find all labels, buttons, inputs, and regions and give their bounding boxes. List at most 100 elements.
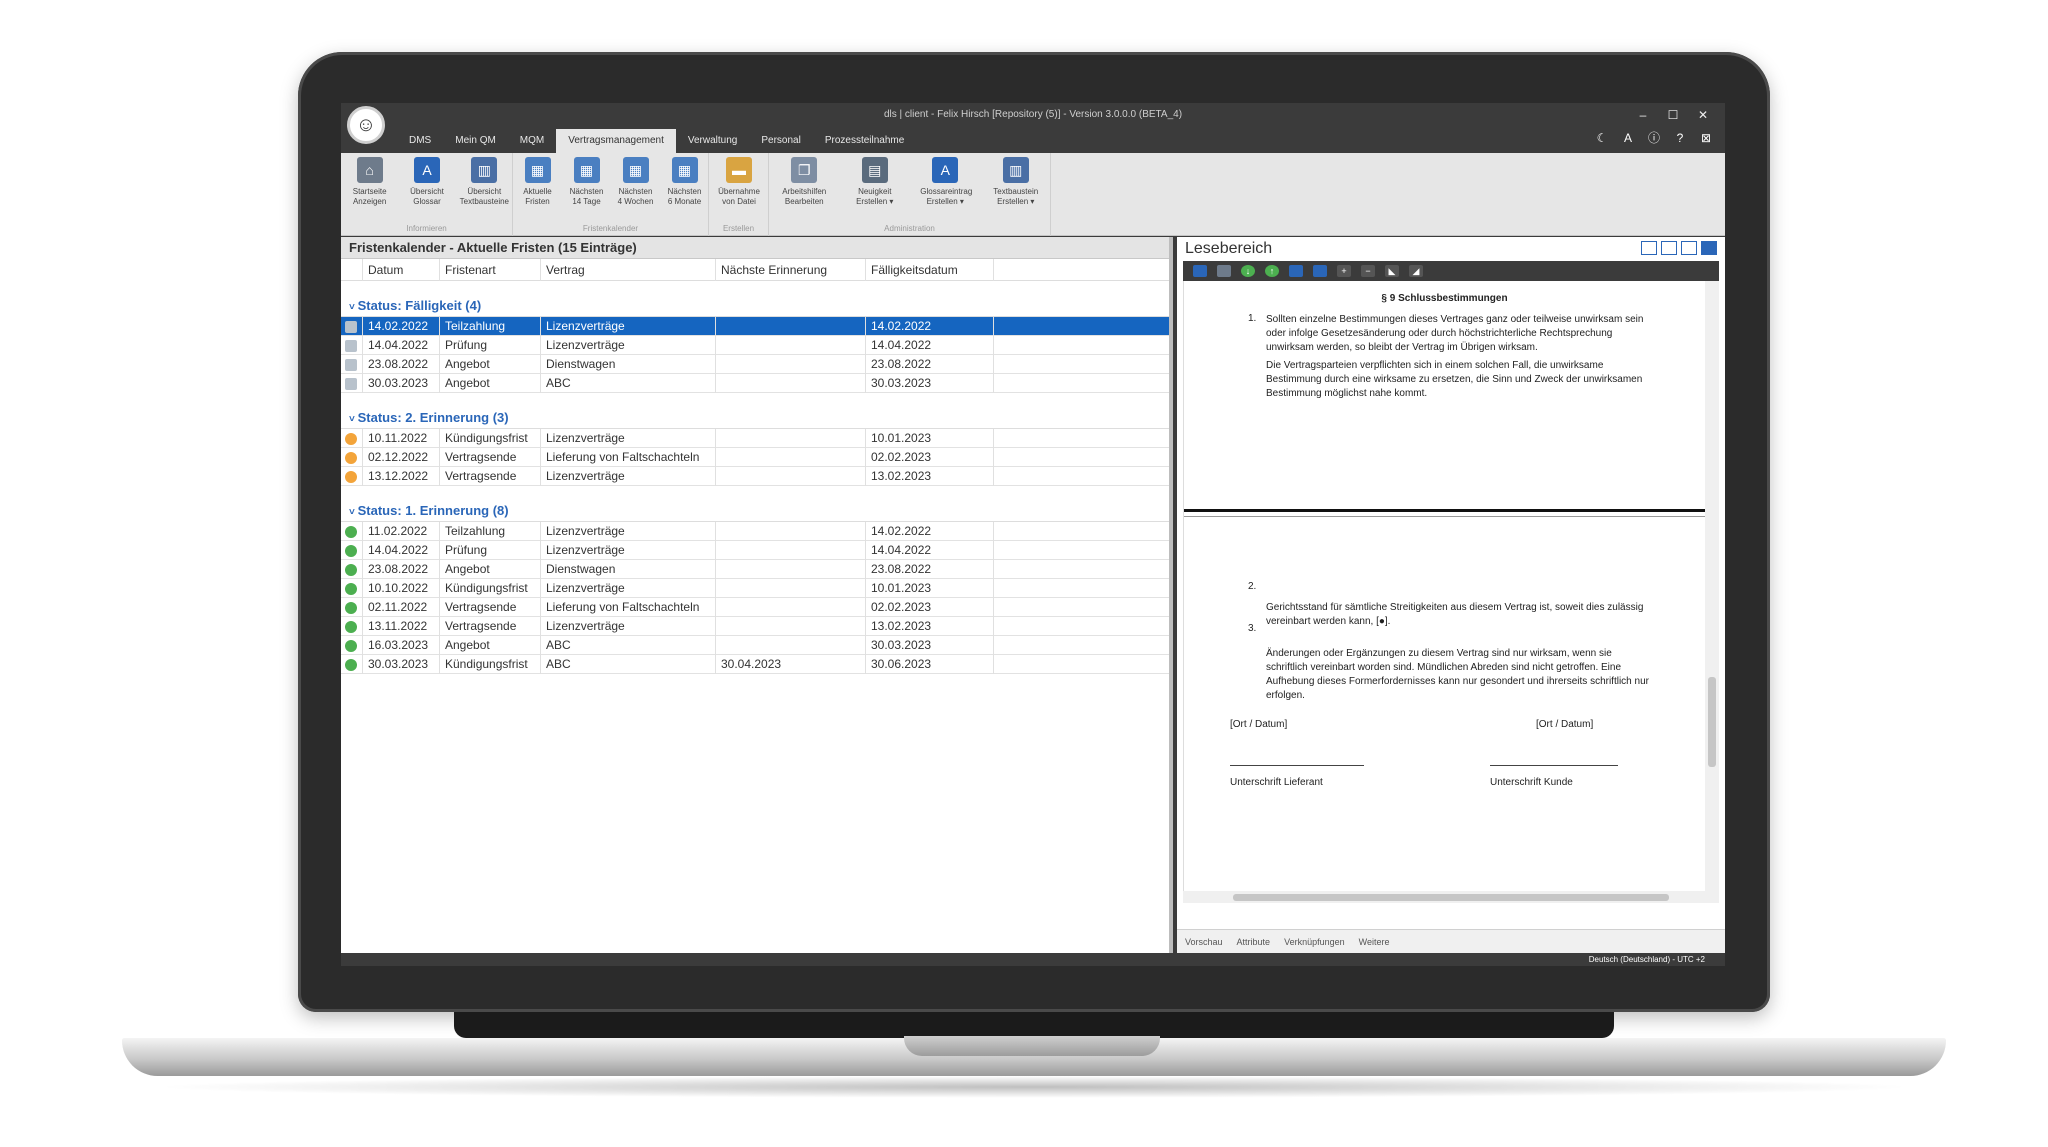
ribbon-button-startseite[interactable]: ⌂ Startseite Anzeigen [345,157,395,207]
ribbon-button-label: Aktuelle Fristen [523,187,552,206]
table-row[interactable]: 16.03.2023 Angebot ABC 30.03.2023 [341,636,1169,655]
ribbon-button-label: Übersicht Textbausteine [459,187,510,206]
cell-fälligkeitsdatum: 14.04.2022 [866,336,994,355]
rotate-right-icon[interactable]: ◢ [1409,265,1423,277]
document-preview[interactable]: § 9 Schlussbestimmungen 1. Sollten einze… [1183,281,1705,891]
cell-datum: 13.11.2022 [363,617,440,636]
ribbon-button-nächsten[interactable]: ▦ Nächsten 14 Tage [562,157,612,207]
maximize-button[interactable]: ☐ [1661,106,1685,124]
table-row[interactable]: 30.03.2023 Angebot ABC 30.03.2023 [341,374,1169,393]
ribbon-button-übersicht[interactable]: ▥ Übersicht Textbausteine [459,157,509,207]
cell-datum: 23.08.2022 [363,560,440,579]
info-icon[interactable]: ⓘ [1647,131,1661,145]
menu-tab-vertragsmanagement[interactable]: Vertragsmanagement [556,129,676,153]
table-row[interactable]: 10.10.2022 Kündigungsfrist Lizenzverträge 1… [341,579,1169,598]
horizontal-scroll-thumb[interactable] [1233,894,1669,901]
ribbon-button-textbaustein[interactable]: ▥ Textbaustein Erstellen ▾ [991,157,1041,207]
minimize-button[interactable]: – [1631,106,1655,124]
close-button[interactable]: ✕ [1691,106,1715,124]
chevron-down-icon[interactable]: ˅ [349,414,358,425]
table-row[interactable]: 14.02.2022 Teilzahlung Lizenzverträge 14.02… [341,317,1169,336]
chevron-down-icon[interactable]: ˅ [349,302,358,313]
layout-side-icon[interactable] [1701,241,1717,255]
cell-fälligkeitsdatum: 30.03.2023 [866,374,994,393]
table-row[interactable]: 10.11.2022 Kündigungsfrist Lizenzverträge 1… [341,429,1169,448]
menu-tab-prozessteilnahme[interactable]: Prozessteilnahme [813,129,916,153]
menu-tab-dms[interactable]: DMS [397,129,443,153]
layout-single-icon[interactable] [1641,241,1657,255]
ribbon-button-übernahme[interactable]: ▬ Übernahme von Datei [714,157,764,207]
menu-tab-mein-qm[interactable]: Mein QM [443,129,508,153]
chevron-down-icon[interactable]: ˅ [349,507,358,518]
menu-tab-verwaltung[interactable]: Verwaltung [676,129,749,153]
cell-nächste-erinnerung [716,467,866,486]
vertical-scroll-thumb[interactable] [1708,677,1716,767]
table-row[interactable]: 14.04.2022 Prüfung Lizenzverträge 14.04.202… [341,541,1169,560]
tab-weitere[interactable]: Weitere [1359,930,1390,953]
fit-width-icon[interactable] [1289,265,1303,277]
layout-triple-icon[interactable] [1681,241,1697,255]
cell-nächste-erinnerung [716,560,866,579]
table-row[interactable]: 13.11.2022 Vertragsende Lizenzverträge 13.0… [341,617,1169,636]
table-row[interactable]: 11.02.2022 Teilzahlung Lizenzverträge 14.02… [341,522,1169,541]
ribbon-button-glossareintrag[interactable]: A Glossareintrag Erstellen ▾ [920,157,972,207]
font-icon[interactable]: A [1621,131,1635,145]
tab-verknüpfungen[interactable]: Verknüpfungen [1284,930,1345,953]
tab-vorschau[interactable]: Vorschau [1185,930,1223,953]
ribbon-button-übersicht[interactable]: A Übersicht Glossar [402,157,452,207]
table-row[interactable]: 02.12.2022 Vertragsende Lieferung von Falt… [341,448,1169,467]
group-header[interactable]: ˅ Status: 1. Erinnerung (8) [341,500,1169,522]
menu-tab-mqm[interactable]: MQM [508,129,556,153]
cell-datum: 30.03.2023 [363,374,440,393]
menu-tab-personal[interactable]: Personal [749,129,812,153]
calendar-icon: ▦ [622,157,649,183]
cell-vertrag: Lizenzverträge [541,317,716,336]
cell-fristenart: Angebot [440,636,541,655]
ribbon-button-neuigkeit[interactable]: ▤ Neuigkeit Erstellen ▾ [850,157,900,207]
zoom-in-icon[interactable]: + [1337,265,1351,277]
cell-vertrag: Lizenzverträge [541,579,716,598]
status-cell [341,655,363,674]
tab-attribute[interactable]: Attribute [1237,930,1271,953]
status-cell [341,560,363,579]
ribbon-button-nächsten[interactable]: ▦ Nächsten 6 Monate [660,157,710,207]
save-icon[interactable] [1193,265,1207,277]
fit-page-icon[interactable] [1313,265,1327,277]
table-row[interactable]: 02.11.2022 Vertragsende Lieferung von Falt… [341,598,1169,617]
cell-fristenart: Vertragsende [440,448,541,467]
table-row[interactable]: 14.04.2022 Prüfung Lizenzverträge 14.04.202… [341,336,1169,355]
cell-datum: 10.10.2022 [363,579,440,598]
vertical-scrollbar[interactable] [1705,281,1719,891]
close-box-icon[interactable]: ⊠ [1699,131,1713,145]
table-row[interactable]: 30.03.2023 Kündigungsfrist ABC 30.04.2023 30… [341,655,1169,674]
zoom-out-icon[interactable]: − [1361,265,1375,277]
table-row[interactable]: 13.12.2022 Vertragsende Lizenzverträge 13.0… [341,467,1169,486]
column-header-fristenart[interactable]: Fristenart [440,259,541,281]
ribbon-group-fristenkalender: ▦ Aktuelle Fristen ▦ Nächsten 14 Tage ▦ Nächs… [513,153,709,236]
column-header-vertrag[interactable]: Vertrag [541,259,716,281]
place-right: [Ort / Datum] [1536,719,1594,730]
layout-split-icon[interactable] [1661,241,1677,255]
ribbon-button-label: Übernahme von Datei [718,187,760,206]
ribbon-button-aktuelle[interactable]: ▦ Aktuelle Fristen [513,157,563,207]
ribbon-button-arbeitshilfen[interactable]: ❐ Arbeitshilfen Bearbeiten [779,157,829,207]
group-header[interactable]: ˅ Status: 2. Erinnerung (3) [341,407,1169,429]
download-icon[interactable]: ↓ [1241,265,1255,277]
table-row[interactable]: 23.08.2022 Angebot Dienstwagen 23.08.2022 [341,560,1169,579]
rotate-left-icon[interactable]: ◣ [1385,265,1399,277]
status-cell [341,617,363,636]
group-header[interactable]: ˅ Status: Fälligkeit (4) [341,295,1169,317]
textblocks-icon: ▥ [471,157,498,183]
help-icon[interactable]: ? [1673,131,1687,145]
upload-icon[interactable]: ↑ [1265,265,1279,277]
column-header-datum[interactable]: Datum [363,259,440,281]
ribbon-button-nächsten[interactable]: ▦ Nächsten 4 Wochen [611,157,661,207]
moon-icon[interactable]: ☾ [1595,131,1609,145]
column-header-nächste-erinnerung[interactable]: Nächste Erinnerung [716,259,866,281]
column-header-fälligkeitsdatum[interactable]: Fälligkeitsdatum [866,259,994,281]
print-icon[interactable] [1217,265,1231,277]
title-icons: ☾ A ⓘ ? ⊠ [1595,131,1713,145]
table-row[interactable]: 23.08.2022 Angebot Dienstwagen 23.08.2022 [341,355,1169,374]
glossary-add-icon: A [932,157,959,183]
